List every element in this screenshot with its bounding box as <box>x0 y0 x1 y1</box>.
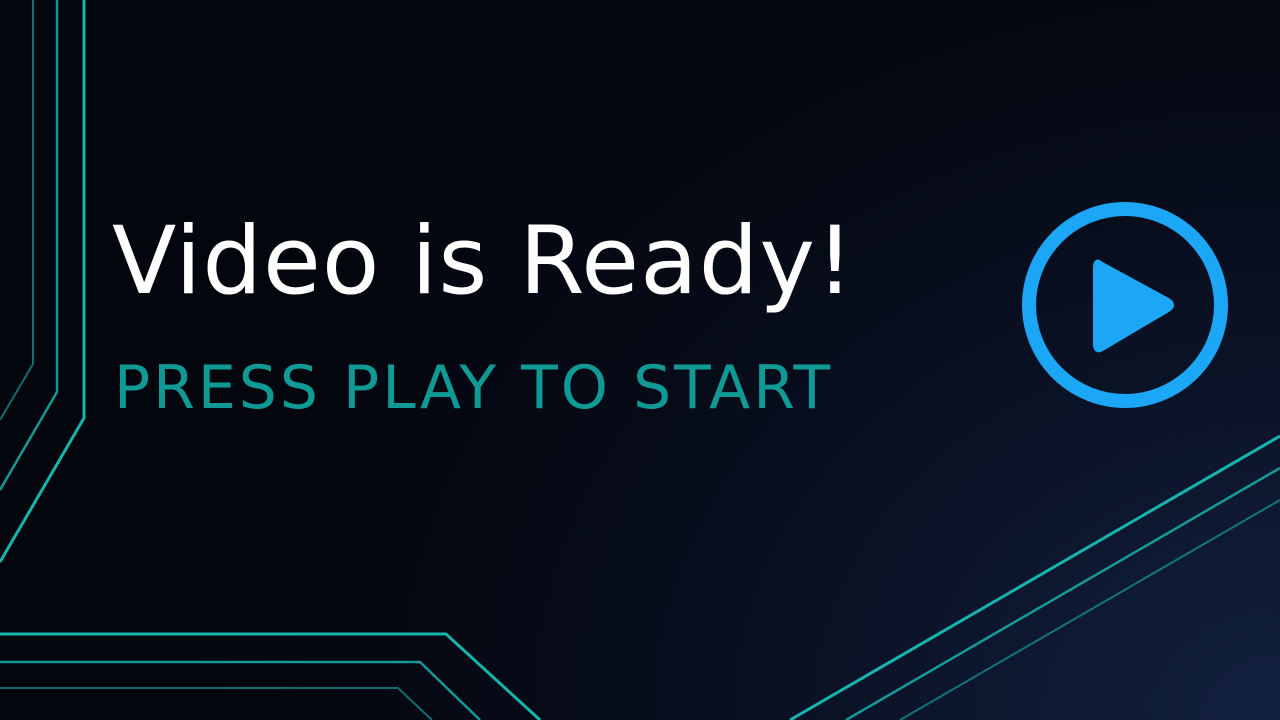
play-icon-triangle <box>1093 259 1174 353</box>
right-diagonal-1 <box>789 434 1280 720</box>
play-button[interactable] <box>1018 198 1232 412</box>
bottom-line-middle <box>0 660 481 720</box>
left-line-inner <box>0 0 34 421</box>
bottom-line-bottom <box>0 687 433 720</box>
play-icon <box>1022 202 1228 408</box>
right-diagonal-3 <box>899 499 1280 720</box>
left-line-outer <box>0 0 86 563</box>
page-title: Video is Ready! <box>112 207 855 316</box>
subtitle: PRESS PLAY TO START <box>114 353 834 423</box>
left-line-middle <box>0 0 59 491</box>
bottom-line-top <box>0 632 542 720</box>
right-diagonal-2 <box>845 466 1280 720</box>
